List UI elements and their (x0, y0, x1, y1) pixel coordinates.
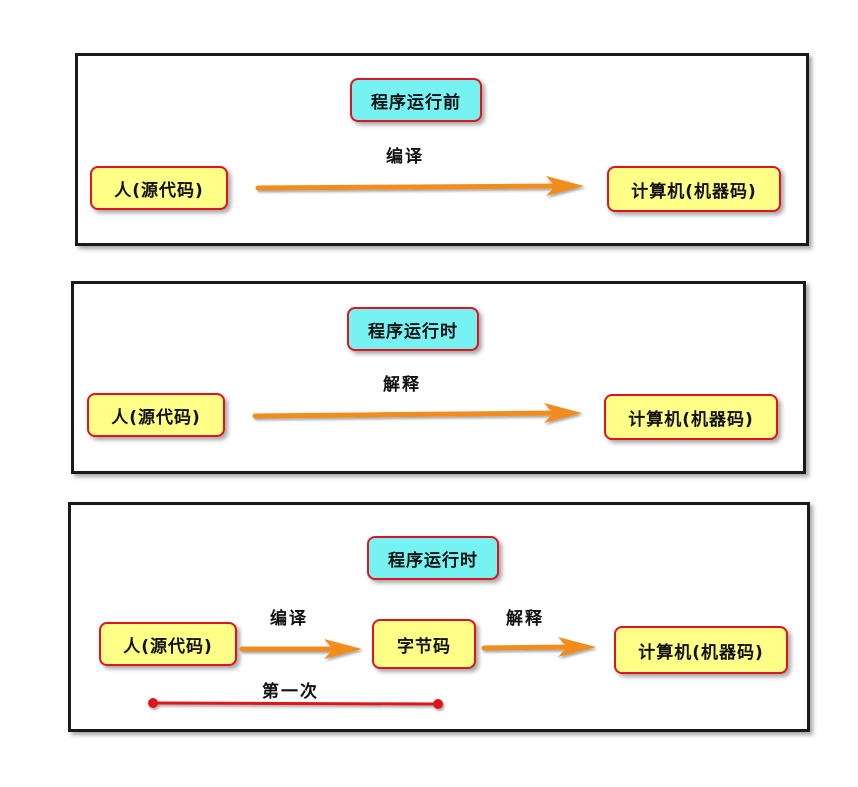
panel3-compile-arrow (239, 639, 362, 659)
panel1-compile-arrow (255, 176, 584, 196)
connector-overlay (148, 176, 596, 709)
panel3-first-time-bracket (148, 698, 443, 709)
panel2-interpret-arrow (252, 403, 582, 423)
panel3-interpret-arrow (481, 637, 596, 657)
